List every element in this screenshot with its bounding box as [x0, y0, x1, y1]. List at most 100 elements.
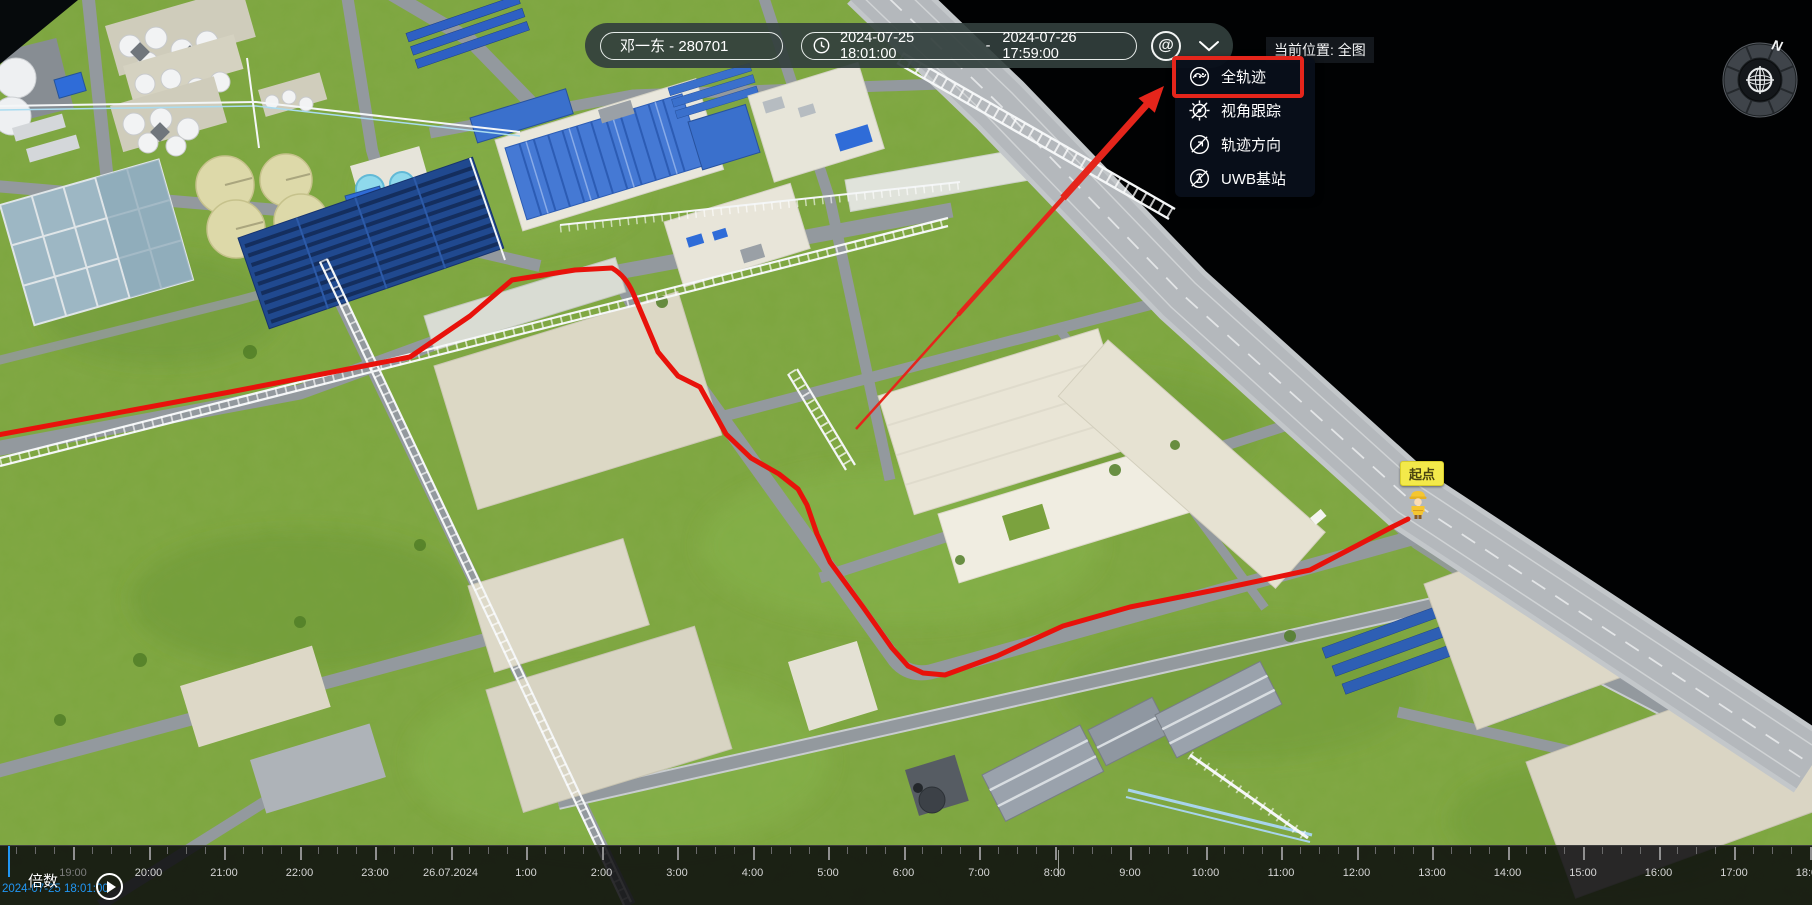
timeline-minor-tick	[205, 847, 206, 854]
timeline-minor-tick	[715, 847, 716, 854]
timeline-hour-label: 1:00	[515, 867, 536, 879]
timeline-hour-label: 13:00	[1418, 867, 1446, 879]
timeline-minor-tick	[941, 847, 942, 854]
timeline-major-tick	[1508, 847, 1510, 860]
timeline-hour-label: 26.07.2024	[423, 867, 478, 879]
timeline-major-tick	[828, 847, 830, 860]
timeline-minor-tick	[1262, 847, 1263, 854]
timeline-minor-tick	[413, 847, 414, 854]
timeline-hour-label: 11:00	[1268, 867, 1295, 879]
timeline-minor-tick	[1168, 847, 1169, 854]
timeline-minor-tick	[167, 847, 168, 854]
timeline-minor-tick	[998, 847, 999, 854]
menu-item-view-follow[interactable]: 视角跟踪	[1175, 93, 1315, 127]
timeline-hour-label: 12:00	[1343, 867, 1371, 879]
timeline-minor-tick	[583, 847, 584, 854]
timeline-major-tick	[73, 847, 75, 860]
timeline-minor-tick	[243, 847, 244, 854]
compass[interactable]: N	[1714, 34, 1806, 126]
timeline-minor-tick	[1753, 847, 1754, 854]
timeline-minor-tick	[1375, 847, 1376, 854]
timeline-minor-tick	[394, 847, 395, 854]
start-point-label[interactable]: 起点	[1400, 461, 1444, 486]
timeline-major-tick	[451, 847, 453, 860]
menu-item-uwb-station[interactable]: UWB基站	[1175, 161, 1315, 195]
timeline-minor-tick	[1564, 847, 1565, 854]
timeline-minor-tick	[885, 847, 886, 854]
timeline-major-tick	[300, 847, 302, 860]
timeline-minor-tick	[1602, 847, 1603, 854]
timeline-hour-label: 5:00	[817, 867, 838, 879]
timeline-minor-tick	[54, 847, 55, 854]
timeline-minor-tick	[356, 847, 357, 854]
toolbar: 邓一东 - 280701 2024-07-25 18:01:00 - 2024-…	[585, 23, 1233, 68]
timeline-minor-tick	[1224, 847, 1225, 854]
timeline-minor-tick	[1092, 847, 1093, 854]
timeline-hour-label: 18:00	[1796, 867, 1812, 879]
timeline-minor-tick	[1017, 847, 1018, 854]
timeline-minor-tick	[1772, 847, 1773, 854]
at-icon: @	[1158, 37, 1174, 55]
speed-multiplier-label[interactable]: 倍数	[28, 870, 58, 891]
locate-button[interactable]: @	[1151, 31, 1181, 61]
timeline-minor-tick	[847, 847, 848, 854]
timeline-ticks: 19:0020:0021:0022:0023:0026.07.20241:002…	[0, 846, 1812, 905]
timeline-major-tick	[1206, 847, 1208, 860]
timeline-major-tick	[375, 847, 377, 860]
play-button[interactable]	[96, 873, 123, 900]
timeline-major-tick	[1659, 847, 1661, 860]
timeline-minor-tick	[1621, 847, 1622, 854]
chevron-down-icon[interactable]	[1198, 40, 1220, 52]
timeline-minor-tick	[488, 847, 489, 854]
timeline-major-tick	[1810, 847, 1812, 860]
time-range-picker[interactable]: 2024-07-25 18:01:00 - 2024-07-26 17:59:0…	[801, 32, 1137, 60]
timeline-minor-tick	[262, 847, 263, 854]
timeline-hour-label: 15:00	[1569, 867, 1597, 879]
timeline-minor-tick	[469, 847, 470, 854]
timeline-minor-tick	[1451, 847, 1452, 854]
timeline-minor-tick	[1243, 847, 1244, 854]
timeline-minor-tick	[432, 847, 433, 854]
timeline-minor-tick	[1319, 847, 1320, 854]
timeline-cursor[interactable]	[8, 846, 10, 877]
track-options-menu: 全轨迹 视角跟踪 轨迹方向	[1175, 57, 1315, 197]
timeline-minor-tick	[1696, 847, 1697, 854]
person-select-value: 邓一东 - 280701	[620, 35, 728, 56]
timeline-minor-tick	[564, 847, 565, 854]
timeline-marker-line	[1058, 850, 1059, 877]
timeline-hour-label: 17:00	[1720, 867, 1748, 879]
tracking-app: 起点 邓一东 - 280701 2024-07-25 18:01:00 -	[0, 0, 1812, 905]
timeline-major-tick	[979, 847, 981, 860]
timeline-scrubber[interactable]: 19:0020:0021:0022:0023:0026.07.20241:002…	[0, 845, 1812, 905]
timeline-hour-label: 14:00	[1494, 867, 1522, 879]
person-select[interactable]: 邓一东 - 280701	[600, 32, 783, 60]
play-icon	[107, 881, 116, 893]
timeline-hour-label: 7:00	[968, 867, 989, 879]
timeline-major-tick	[1130, 847, 1132, 860]
menu-item-track-direction[interactable]: 轨迹方向	[1175, 127, 1315, 161]
timeline-minor-tick	[922, 847, 923, 854]
view-follow-icon	[1188, 99, 1211, 122]
timeline-minor-tick	[545, 847, 546, 854]
timeline-hour-label: 23:00	[361, 867, 389, 879]
timeline-minor-tick	[734, 847, 735, 854]
timeline-major-tick	[1055, 847, 1057, 860]
timeline-major-tick	[1357, 847, 1359, 860]
timeline-minor-tick	[1489, 847, 1490, 854]
timeline-minor-tick	[1640, 847, 1641, 854]
worker-figure	[1408, 488, 1428, 525]
timeline-minor-tick	[281, 847, 282, 854]
timeline-minor-tick	[1394, 847, 1395, 854]
timeline-major-tick	[1432, 847, 1434, 860]
menu-item-full-track[interactable]: 全轨迹	[1175, 59, 1315, 93]
timeline-hour-label: 22:00	[286, 867, 314, 879]
timeline-minor-tick	[16, 847, 17, 854]
timeline-major-tick	[753, 847, 755, 860]
timeline-minor-tick	[1338, 847, 1339, 854]
timeline-minor-tick	[92, 847, 93, 854]
timeline-minor-tick	[130, 847, 131, 854]
timeline-minor-tick	[507, 847, 508, 854]
time-range-end: 2024-07-26 17:59:00	[1002, 30, 1136, 62]
timeline-hour-label: 6:00	[893, 867, 914, 879]
map-3d-scene[interactable]	[0, 0, 1812, 905]
